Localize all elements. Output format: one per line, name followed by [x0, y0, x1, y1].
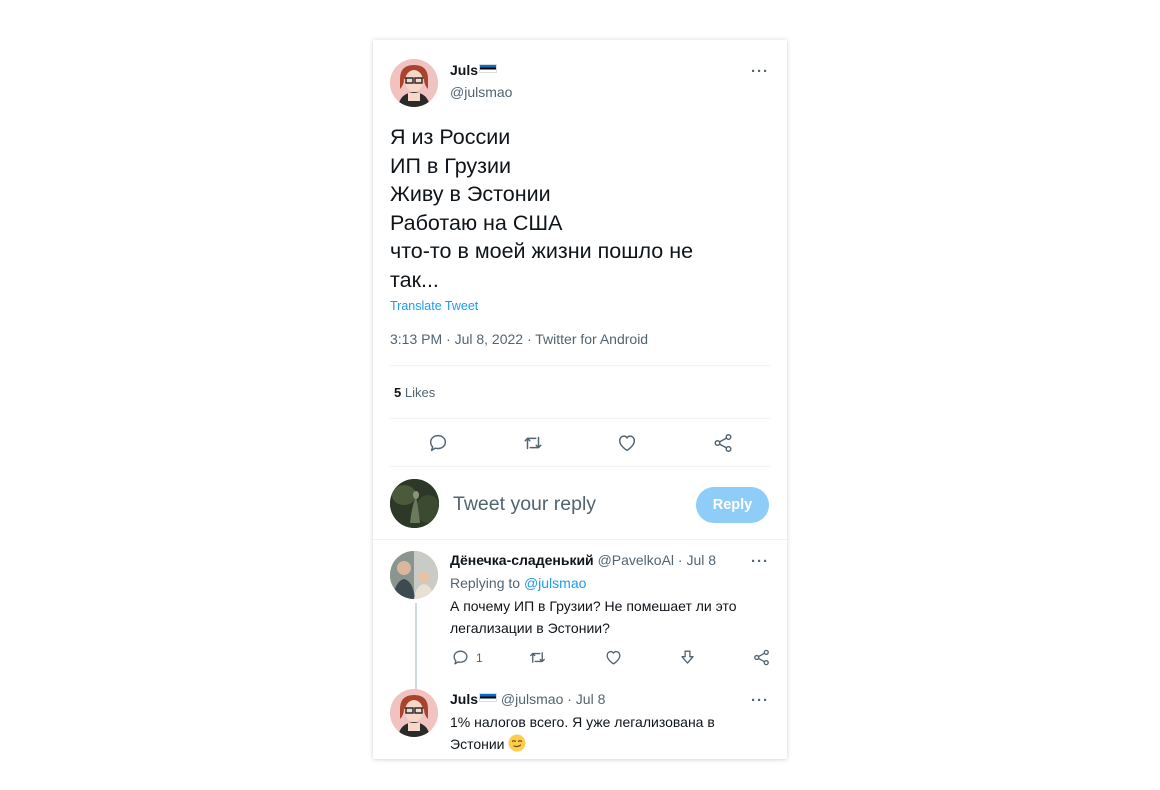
reply-input[interactable]: Tweet your reply: [453, 493, 596, 516]
translate-tweet-link[interactable]: Translate Tweet: [390, 299, 478, 313]
replying-to-handle[interactable]: @julsmao: [524, 575, 586, 591]
reply-more-options-button[interactable]: ···: [751, 692, 769, 709]
reply-icon[interactable]: [427, 432, 449, 454]
reply-author-handle[interactable]: @julsmao: [501, 691, 563, 707]
author-name-text: Juls: [450, 62, 479, 78]
own-avatar[interactable]: [390, 479, 439, 528]
reply-avatar[interactable]: [390, 689, 438, 737]
reply-author-name[interactable]: Дёнечка-сладенький: [450, 552, 594, 568]
tweet-line: Я из России: [390, 125, 511, 149]
tweet-line: что-то в моей жизни пошло не: [390, 239, 694, 263]
likes-count: 5: [394, 385, 402, 400]
divider: [390, 466, 770, 467]
smirk-emoji-icon: [508, 734, 526, 758]
reply-text-line: А почему ИП в Грузии? Не помешает ли это: [450, 598, 737, 614]
tweet-line: так...: [390, 267, 439, 292]
tweet-timestamp[interactable]: 3:13 PM · Jul 8, 2022 · Twitter for Andr…: [390, 331, 648, 347]
divider: [390, 365, 770, 366]
replying-to: Replying to @julsmao: [450, 575, 586, 591]
more-options-button[interactable]: ···: [751, 63, 769, 80]
tweet-card: Juls @julsmao ··· Я из России ИП в Грузи…: [373, 40, 787, 759]
divider: [390, 418, 770, 419]
replying-to-label: Replying to: [450, 575, 521, 591]
tweet-text: Я из России ИП в Грузии Живу в Эстонии Р…: [390, 123, 770, 294]
reply-author-name-text: Juls: [450, 691, 479, 707]
reply-text-fragment: Эстонии: [450, 736, 505, 752]
reply-text: 1% налогов всего. Я уже легализована в Э…: [450, 711, 775, 758]
reply-icon: [451, 648, 470, 667]
estonia-flag-icon: [479, 693, 498, 702]
share-icon[interactable]: [712, 432, 734, 454]
reply-author-handle[interactable]: @PavelkoAl: [598, 552, 674, 568]
author-avatar[interactable]: [390, 59, 438, 107]
tweet-line: ИП в Грузии: [390, 153, 512, 178]
retweet-icon[interactable]: [522, 432, 544, 454]
reply-author-name[interactable]: Juls: [450, 691, 498, 707]
reply-text: А почему ИП в Грузии? Не помешает ли это…: [450, 595, 775, 639]
reply-date[interactable]: · Jul 8: [567, 691, 605, 707]
author-handle[interactable]: @julsmao: [450, 84, 512, 100]
retweet-icon[interactable]: [528, 648, 547, 667]
reply-text-line: Эстонии: [450, 733, 775, 758]
reply-header: Дёнечка-сладенький @PavelkoAl · Jul 8: [450, 552, 716, 568]
heart-icon[interactable]: [604, 648, 623, 667]
reply-avatar[interactable]: [390, 551, 438, 599]
share-icon[interactable]: [752, 648, 771, 667]
reply-date[interactable]: · Jul 8: [678, 552, 716, 568]
reply-more-options-button[interactable]: ···: [751, 553, 769, 570]
likes-stat[interactable]: 5 Likes: [394, 385, 435, 400]
reply-text-line: легализации в Эстонии?: [450, 620, 610, 636]
author-name[interactable]: Juls: [450, 62, 498, 78]
tweet-line: Работаю на США: [390, 210, 563, 235]
reply-count: 1: [476, 650, 483, 665]
reply-header: Juls @julsmao · Jul 8: [450, 691, 605, 707]
tweet-line: Живу в Эстонии: [390, 182, 551, 206]
reply-text-line: 1% налогов всего. Я уже легализована в: [450, 714, 715, 730]
download-icon[interactable]: [678, 648, 697, 667]
reply-button[interactable]: Reply: [696, 487, 769, 523]
likes-label: Likes: [404, 385, 436, 400]
reply-reply-action[interactable]: 1: [451, 648, 483, 667]
heart-icon[interactable]: [616, 432, 638, 454]
estonia-flag-icon: [479, 64, 498, 73]
divider: [373, 539, 787, 540]
